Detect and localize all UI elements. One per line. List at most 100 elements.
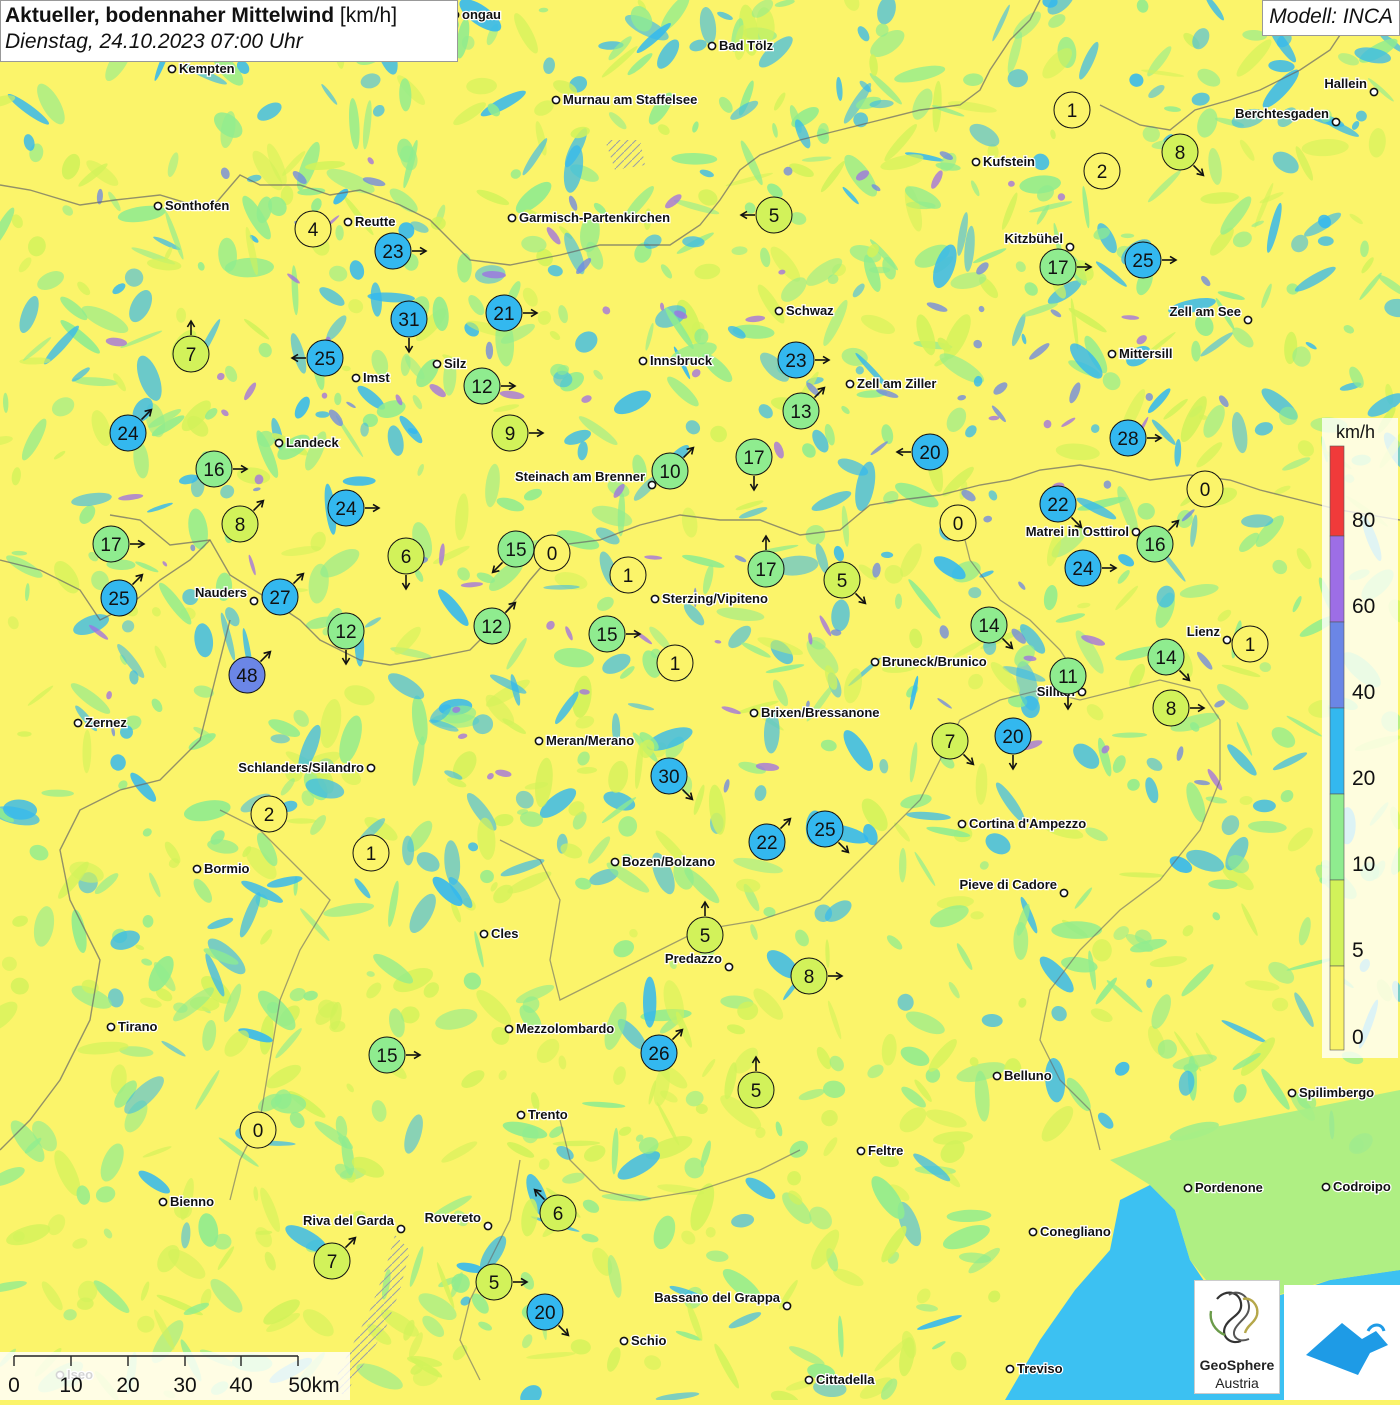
city-label: Berchtesgaden	[1235, 106, 1329, 121]
wind-speed-label: 24	[1072, 559, 1094, 580]
wind-station[interactable]: 0	[533, 534, 571, 572]
geosphere-name-line2: Austria	[1215, 1375, 1259, 1391]
wind-field-blob	[1146, 978, 1153, 989]
wind-speed-label: 8	[235, 515, 246, 536]
wind-speed-label: 9	[505, 424, 516, 445]
city-label: Zell am Ziller	[857, 376, 936, 391]
city-marker	[957, 819, 967, 829]
city-marker	[504, 1024, 514, 1034]
wind-station[interactable]: 2	[250, 795, 288, 833]
city-marker	[351, 373, 361, 383]
city-marker	[804, 1375, 814, 1385]
city-marker	[774, 306, 784, 316]
city-marker	[483, 1221, 493, 1231]
city-marker	[1222, 635, 1232, 645]
wind-speed-label: 15	[596, 625, 617, 646]
city-label: Sonthofen	[165, 198, 229, 213]
wind-speed-label: 12	[471, 377, 492, 398]
city-label: Mezzolombardo	[516, 1021, 614, 1036]
wind-speed-label: 5	[837, 571, 848, 592]
city-meran-merano: Meran/Merano	[534, 732, 635, 749]
wind-station[interactable]: 0	[239, 1111, 277, 1149]
city-marker	[707, 41, 717, 51]
wind-station[interactable]: 1	[609, 556, 647, 594]
wind-speed-label: 8	[1175, 143, 1186, 164]
wind-station[interactable]: 1	[352, 834, 390, 872]
city-label: Zell am See	[1169, 304, 1241, 319]
city-label: Treviso	[1017, 1361, 1063, 1376]
city-label: Silz	[444, 356, 467, 371]
city-innsbruck: Innsbruck	[638, 352, 714, 369]
wind-speed-label: 14	[1155, 648, 1177, 669]
partner-logo[interactable]	[1284, 1285, 1400, 1400]
wind-station[interactable]: 1	[656, 644, 694, 682]
wind-field-blob	[286, 818, 317, 824]
city-marker	[1107, 349, 1117, 359]
legend-tick-60: 60	[1352, 595, 1375, 618]
wind-speed-label: 28	[1117, 429, 1138, 450]
wind-station[interactable]: 4	[294, 210, 332, 248]
wind-speed-label: 21	[493, 304, 514, 325]
city-label: Bruneck/Brunico	[882, 654, 987, 669]
geosphere-name-line1: GeoSphere	[1199, 1357, 1275, 1373]
city-matrei-in-osttirol: Matrei in Osttirol	[1024, 523, 1141, 540]
wind-field-blob	[1120, 233, 1135, 239]
wind-speed-label: 17	[1047, 258, 1068, 279]
wind-station[interactable]: 0	[939, 504, 977, 542]
wind-speed-label: 2	[1097, 162, 1108, 183]
city-marker	[870, 657, 880, 667]
city-label: Sterzing/Vipiteno	[662, 591, 768, 606]
wind-speed-label: 15	[376, 1046, 397, 1067]
city-mezzolombardo: Mezzolombardo	[504, 1020, 616, 1037]
wind-station[interactable]: 1	[1231, 625, 1269, 663]
city-murnau-am-staffelsee: Murnau am Staffelsee	[551, 91, 699, 108]
legend-tick-20: 20	[1352, 767, 1375, 790]
wind-speed-label: 20	[919, 443, 940, 464]
city-bad-t-lz: Bad Tölz	[707, 37, 775, 54]
wind-speed-label: 48	[236, 666, 257, 687]
legend-tick-10: 10	[1352, 853, 1375, 876]
scale-label-30: 30	[173, 1374, 196, 1397]
wind-speed-label: 1	[366, 844, 377, 865]
wind-speed-label: 0	[953, 514, 964, 535]
city-pordenone: Pordenone	[1183, 1179, 1264, 1196]
wind-speed-label: 14	[978, 616, 1000, 637]
wind-station[interactable]: 2	[1083, 152, 1121, 190]
city-label: Bienno	[170, 1194, 214, 1209]
wind-speed-label: 11	[1058, 667, 1078, 688]
wind-speed-label: 0	[547, 544, 558, 565]
city-label: Garmisch-Partenkirchen	[519, 210, 670, 225]
scale-bar-graphic: 0 10 20 30 40 50km	[8, 1355, 340, 1397]
wind-speed-label: 4	[308, 220, 319, 241]
wind-speed-label: 10	[659, 462, 680, 483]
city-marker	[366, 763, 376, 773]
wind-speed-label: 6	[553, 1204, 564, 1225]
city-sterzing-vipiteno: Sterzing/Vipiteno	[650, 590, 769, 607]
wind-station[interactable]: 1	[1053, 91, 1091, 129]
wind-speed-label: 31	[398, 310, 419, 331]
city-label: Innsbruck	[650, 353, 713, 368]
city-marker	[782, 1301, 792, 1311]
wind-speed-label: 7	[945, 732, 956, 753]
city-label: Nauders	[195, 585, 247, 600]
city-label: Rovereto	[425, 1210, 481, 1225]
wind-map: ongau Bad Tölz Kempten Murnau am Staffelsee…	[0, 0, 1400, 1400]
city-marker	[845, 379, 855, 389]
model-label: Modell: INCA	[1262, 0, 1400, 36]
geosphere-logo[interactable]: GeoSphere Austria	[1194, 1280, 1280, 1394]
partner-cloud-icon	[1306, 1323, 1388, 1375]
wind-speed-label: 24	[117, 424, 139, 445]
city-label: Tirano	[118, 1019, 158, 1034]
scale-label-40: 40	[229, 1374, 252, 1397]
city-label: Pieve di Cadore	[959, 877, 1057, 892]
city-marker	[1331, 117, 1341, 127]
wind-speed-label: 16	[1144, 535, 1165, 556]
wind-speed-label: 8	[804, 967, 815, 988]
city-marker	[749, 708, 759, 718]
city-marker	[971, 157, 981, 167]
city-label: Imst	[363, 370, 390, 385]
wind-speed-label: 0	[1200, 480, 1211, 501]
wind-speed-label: 5	[769, 206, 780, 227]
city-label: Kufstein	[983, 154, 1035, 169]
wind-station[interactable]: 0	[1186, 470, 1224, 508]
